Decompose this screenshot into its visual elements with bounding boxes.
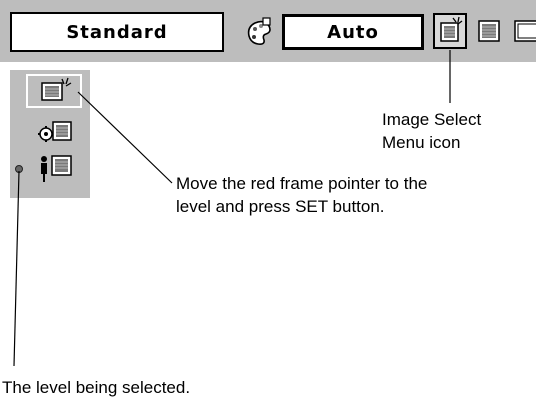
move-pointer-line-2: level and press SET button. bbox=[176, 197, 385, 216]
level-selected-callout: The level being selected. bbox=[2, 376, 190, 399]
image-select-line-1: Image Select bbox=[382, 110, 482, 129]
image-select-line-2: Menu icon bbox=[382, 133, 461, 152]
move-pointer-callout: Move the red frame pointer to the level … bbox=[176, 172, 427, 218]
image-select-callout: Image Select Menu icon bbox=[382, 108, 481, 154]
level-selected-text: The level being selected. bbox=[2, 378, 191, 397]
move-pointer-line-1: Move the red frame pointer to the bbox=[176, 174, 428, 193]
